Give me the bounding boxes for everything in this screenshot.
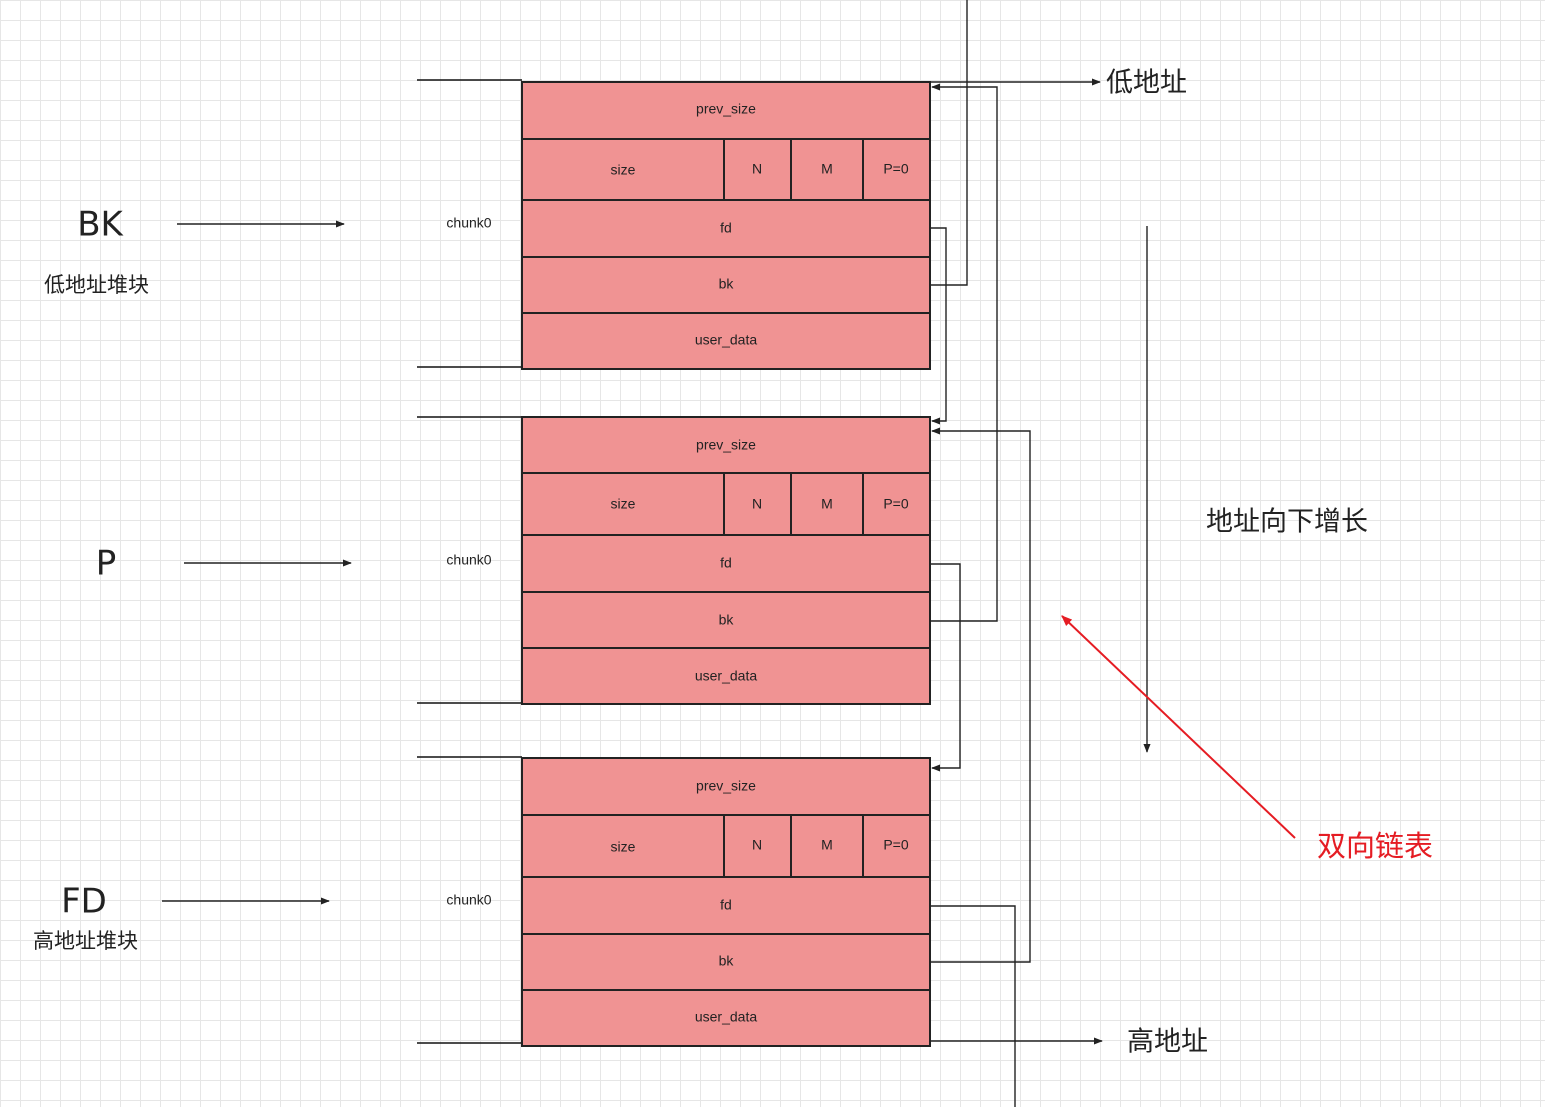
bk-label: bk [719,953,735,969]
fd-pointer-caption: 高地址堆块 [33,929,138,953]
chunk-fd: chunk0 prev_size size N M P=0 fd bk user… [417,756,931,1047]
bk-link-bk-upward [930,0,968,286]
n-bit-label: N [752,496,762,512]
size-label: size [611,839,636,855]
bk-pointer-caption: 低地址堆块 [44,273,149,297]
heap-chunk-diagram: chunk0 prev_size size N M P=0 fd bk user… [33,0,1433,1107]
low-address-label: 低地址 [1106,68,1187,99]
fd-link-p-to-fd [930,563,961,772]
doubly-linked-list-pointer [1061,615,1296,839]
fd-pointer-name: FD [61,882,107,922]
address-growth-label: 地址向下增长 [1206,507,1368,538]
m-bit-label: M [821,837,833,853]
bk-label: bk [719,612,735,628]
user-data-label: user_data [695,668,757,684]
n-bit-label: N [752,837,762,853]
m-bit-label: M [821,161,833,177]
bk-link-fd-to-p [930,427,1031,963]
fd-label: fd [720,897,732,913]
p-bit-label: P=0 [883,161,909,177]
fd-label: fd [720,555,732,571]
p-bit-label: P=0 [883,837,909,853]
fd-link-bk-to-p [930,227,947,425]
chunk-label: chunk0 [446,552,491,568]
n-bit-label: N [752,161,762,177]
bk-link-p-to-bk [930,83,998,622]
doubly-linked-list-label: 双向链表 [1317,829,1433,863]
p-bit-label: P=0 [883,496,909,512]
p-pointer-name: P [96,544,117,584]
prev-size-label: prev_size [696,437,756,453]
size-label: size [611,496,636,512]
fd-label: fd [720,220,732,236]
bk-label: bk [719,276,735,292]
user-data-label: user_data [695,1009,757,1025]
m-bit-label: M [821,496,833,512]
chunk-label: chunk0 [446,892,491,908]
user-data-label: user_data [695,332,757,348]
bk-pointer-name: BK [77,205,124,245]
size-label: size [611,162,636,178]
chunk-p: chunk0 prev_size size N M P=0 fd bk user… [417,416,931,705]
chunk-label: chunk0 [446,215,491,231]
prev-size-label: prev_size [696,101,756,117]
high-address-label: 高地址 [1127,1027,1208,1058]
fd-link-fd-downward [930,905,1016,1107]
prev-size-label: prev_size [696,778,756,794]
chunk-bk: chunk0 prev_size size N M P=0 fd bk user… [417,79,931,370]
